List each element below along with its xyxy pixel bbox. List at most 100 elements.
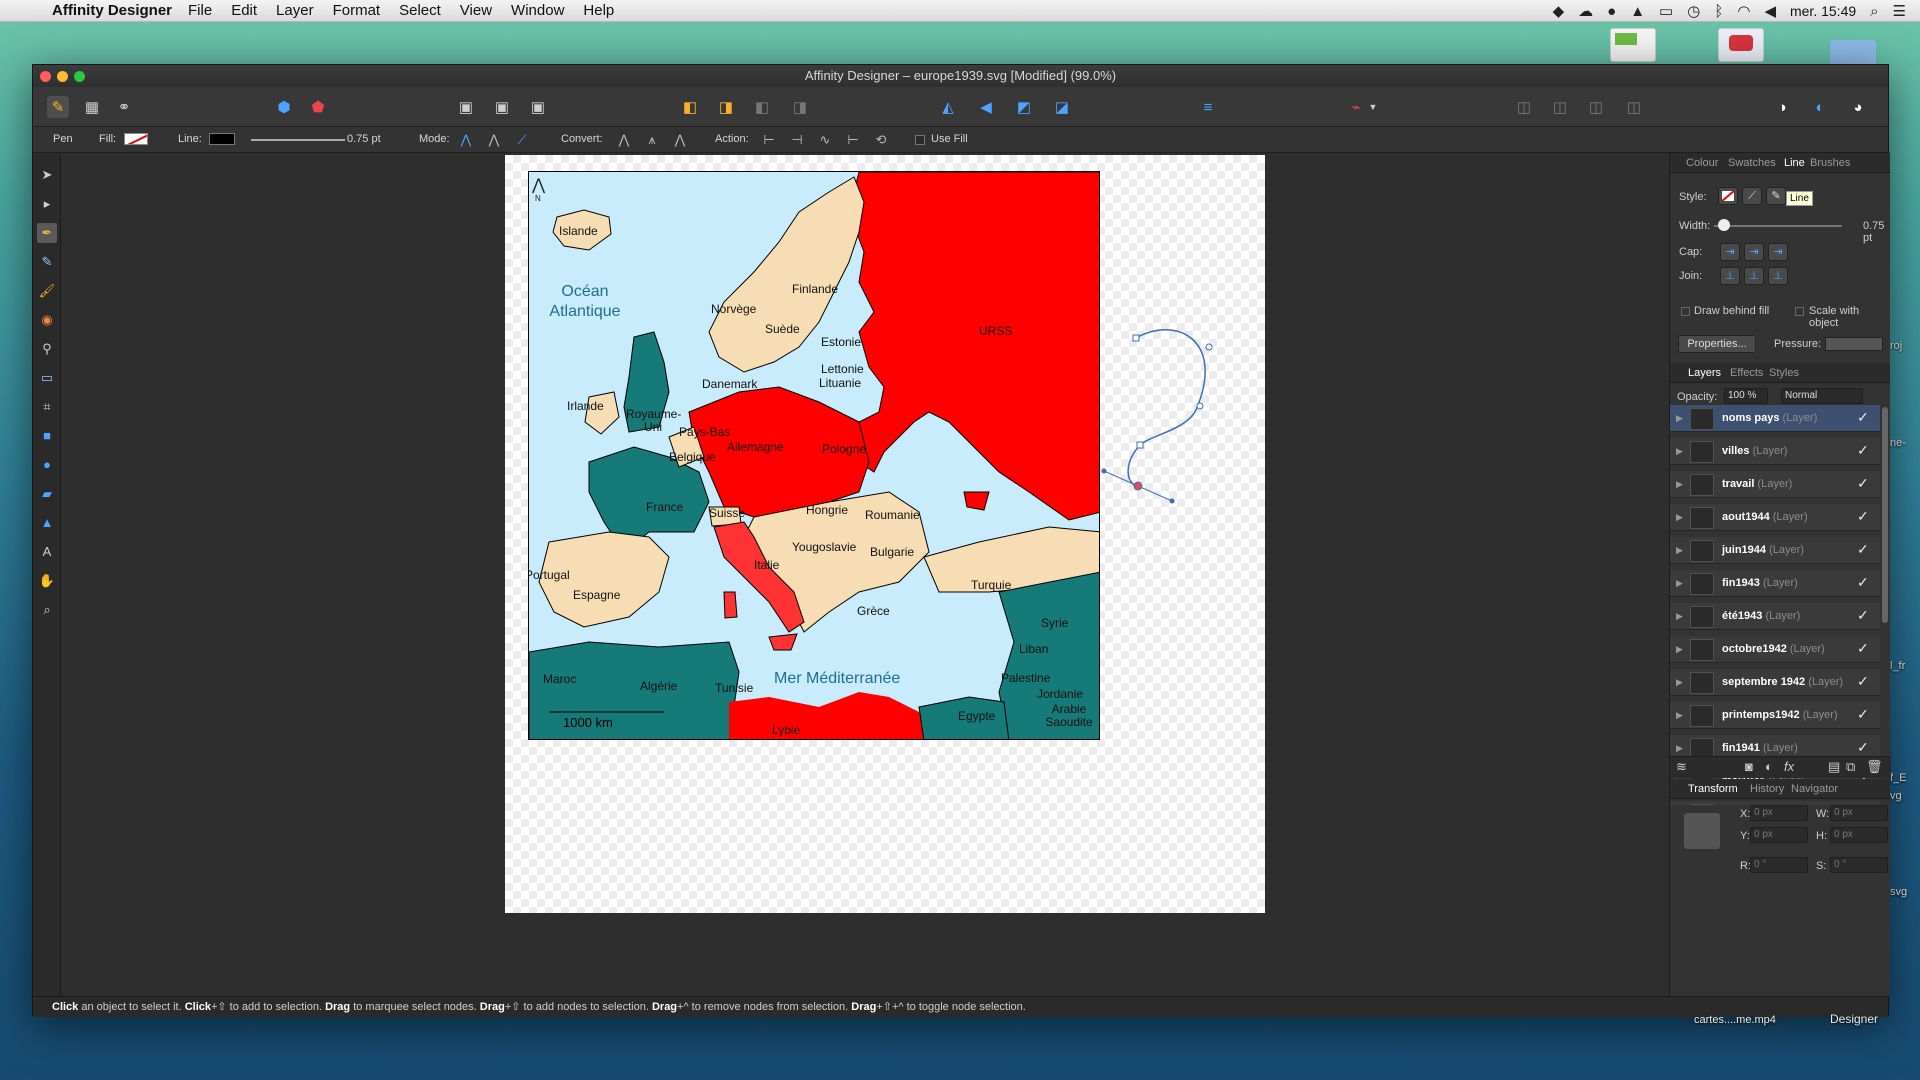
expand-arrow-icon[interactable]: ▶ <box>1676 611 1683 622</box>
snapping-icon[interactable]: ⬢ <box>273 96 295 118</box>
desktop-label[interactable]: vg <box>1890 790 1902 802</box>
select-all-icon[interactable]: ▣ <box>527 96 549 118</box>
smart-mode-icon[interactable]: ⋀ <box>485 131 503 149</box>
app-menu[interactable]: Affinity Designer <box>52 2 172 19</box>
dock-label-designer[interactable]: Designer <box>1830 1012 1878 1026</box>
menubar-clock[interactable]: mer. 15:49 <box>1790 3 1856 19</box>
layer-row[interactable]: ▶ fin1943 (Layer) ✓ <box>1670 570 1880 597</box>
export-persona-icon[interactable]: ⚭ <box>113 96 135 118</box>
blend-mode-select[interactable]: Normal <box>1781 388 1863 404</box>
divide-icon[interactable]: ◫ <box>1623 96 1645 118</box>
display-icon[interactable]: ▭ <box>1659 2 1673 20</box>
visibility-check-icon[interactable]: ✓ <box>1857 673 1869 690</box>
visibility-check-icon[interactable]: ✓ <box>1857 607 1869 624</box>
boolean-icon[interactable]: ⌁ <box>1345 96 1367 118</box>
join-bevel-button[interactable]: ⊥ <box>1768 267 1788 285</box>
width-slider-knob[interactable] <box>1718 219 1731 231</box>
pencil-tool-icon[interactable]: ✎ <box>37 252 57 272</box>
layer-row[interactable]: ▶ octobre1942 (Layer) ✓ <box>1670 636 1880 663</box>
close-curve-icon[interactable]: ⊣ <box>788 131 806 149</box>
fill-tool-icon[interactable]: ◉ <box>37 310 57 330</box>
tab-history[interactable]: History <box>1750 783 1784 795</box>
minimize-button[interactable] <box>57 71 68 82</box>
expand-arrow-icon[interactable]: ▶ <box>1676 413 1683 424</box>
rotate-left-icon[interactable]: ◩ <box>1013 96 1035 118</box>
cap-round-button[interactable]: ⇥ <box>1744 243 1764 261</box>
arrange-forward-icon[interactable]: ◨ <box>715 96 737 118</box>
bluetooth-icon[interactable]: ᛒ <box>1714 3 1723 20</box>
line-swatch[interactable] <box>209 133 235 145</box>
width-value[interactable]: 0.75 pt <box>1863 220 1890 244</box>
zoom-button[interactable] <box>74 71 85 82</box>
brush-tool-icon[interactable]: 🖌 <box>37 281 57 301</box>
notification-icon[interactable]: ● <box>1607 3 1616 20</box>
expand-arrow-icon[interactable]: ▶ <box>1676 545 1683 556</box>
expand-arrow-icon[interactable]: ▶ <box>1676 644 1683 655</box>
join-round-button[interactable]: ⊥ <box>1744 267 1764 285</box>
desktop-spreadsheet-icon[interactable] <box>1610 28 1656 62</box>
close-button[interactable] <box>40 71 51 82</box>
text-tool-icon[interactable]: A <box>37 542 57 562</box>
use-fill-checkbox[interactable] <box>915 135 925 145</box>
tab-styles[interactable]: Styles <box>1769 367 1799 379</box>
visibility-check-icon[interactable]: ✓ <box>1857 574 1869 591</box>
pen-path-overlay[interactable] <box>1096 320 1216 510</box>
layer-stack-icon[interactable]: ≋ <box>1676 759 1687 775</box>
adjustment-icon[interactable]: ◐ <box>1765 759 1773 774</box>
draw-behind-checkbox[interactable] <box>1681 307 1690 316</box>
arrange-front-icon[interactable]: ◧ <box>679 96 701 118</box>
group-icon[interactable]: ▣ <box>455 96 477 118</box>
expand-arrow-icon[interactable]: ▶ <box>1676 578 1683 589</box>
assistant-icon[interactable]: ◐ <box>1809 96 1831 118</box>
desktop-label[interactable]: ne- <box>1890 437 1906 449</box>
dock-label-video[interactable]: cartes....me.mp4 <box>1694 1014 1776 1026</box>
place-image-icon[interactable]: ▭ <box>37 368 57 388</box>
line-width-value[interactable]: 0.75 pt <box>347 133 381 145</box>
layer-row[interactable]: ▶ printemps1942 (Layer) ✓ <box>1670 702 1880 729</box>
tab-line[interactable]: Line <box>1784 157 1805 169</box>
desktop-label[interactable]: l_fr <box>1890 660 1905 672</box>
style-brush-button[interactable]: ✎ <box>1766 187 1786 205</box>
menu-view[interactable]: View <box>460 2 492 19</box>
pixel-persona-icon[interactable]: ▦ <box>81 96 103 118</box>
visibility-check-icon[interactable]: ✓ <box>1857 475 1869 492</box>
style-solid-button[interactable]: ⟋ <box>1742 187 1762 205</box>
fx-icon[interactable]: fx <box>1784 759 1794 774</box>
menu-window[interactable]: Window <box>511 2 564 19</box>
join-curves-icon[interactable]: ⊢ <box>844 131 862 149</box>
duplicate-layer-icon[interactable]: ⧉ <box>1846 759 1855 775</box>
layer-row[interactable]: ▶ juin1944 (Layer) ✓ <box>1670 537 1880 564</box>
europe-map[interactable]: ⋀ N 1000 km Océan Atlantique Mer Méditer… <box>528 171 1100 740</box>
expand-arrow-icon[interactable]: ▶ <box>1676 677 1683 688</box>
layer-row[interactable]: ▶ aout1944 (Layer) ✓ <box>1670 504 1880 531</box>
title-bar[interactable]: Affinity Designer – europe1939.svg [Modi… <box>33 65 1888 87</box>
tab-brushes[interactable]: Brushes <box>1810 157 1850 169</box>
style-none-button[interactable] <box>1718 187 1738 205</box>
tab-swatches[interactable]: Swatches <box>1728 157 1776 169</box>
rotation-field[interactable]: 0 ° <box>1750 857 1808 873</box>
properties-button[interactable]: Properties... <box>1678 335 1756 353</box>
w-field[interactable]: 0 px <box>1830 805 1888 821</box>
volume-icon[interactable]: ◀ <box>1764 2 1776 20</box>
anchor-selector-icon[interactable] <box>1684 813 1720 849</box>
pen-mode-icon[interactable]: ⋀ <box>457 131 475 149</box>
preferences-icon[interactable]: ◕ <box>1847 96 1869 118</box>
cap-square-button[interactable]: ⇥ <box>1768 243 1788 261</box>
convert-sharp-icon[interactable]: ⋀ <box>615 131 633 149</box>
y-field[interactable]: 0 px <box>1750 827 1808 843</box>
scale-with-checkbox[interactable] <box>1795 307 1804 316</box>
visibility-check-icon[interactable]: ✓ <box>1857 409 1869 426</box>
opacity-field[interactable]: 100 % <box>1724 388 1768 404</box>
subtract-icon[interactable]: ◫ <box>1549 96 1571 118</box>
x-field[interactable]: 0 px <box>1750 805 1808 821</box>
visibility-check-icon[interactable]: ✓ <box>1857 442 1869 459</box>
zoom-tool-icon[interactable]: ⌕ <box>37 600 57 620</box>
expand-arrow-icon[interactable]: ▶ <box>1676 512 1683 523</box>
ellipse-tool-icon[interactable]: ● <box>37 455 57 475</box>
flip-vertical-icon[interactable]: ◀ <box>975 96 997 118</box>
wifi-icon[interactable]: ◠ <box>1737 2 1750 20</box>
layer-row[interactable]: ▶ noms pays (Layer) ✓ <box>1670 405 1880 432</box>
visibility-check-icon[interactable]: ✓ <box>1857 739 1869 756</box>
tab-layers[interactable]: Layers <box>1688 367 1721 379</box>
layers-scrollbar[interactable] <box>1882 407 1888 623</box>
